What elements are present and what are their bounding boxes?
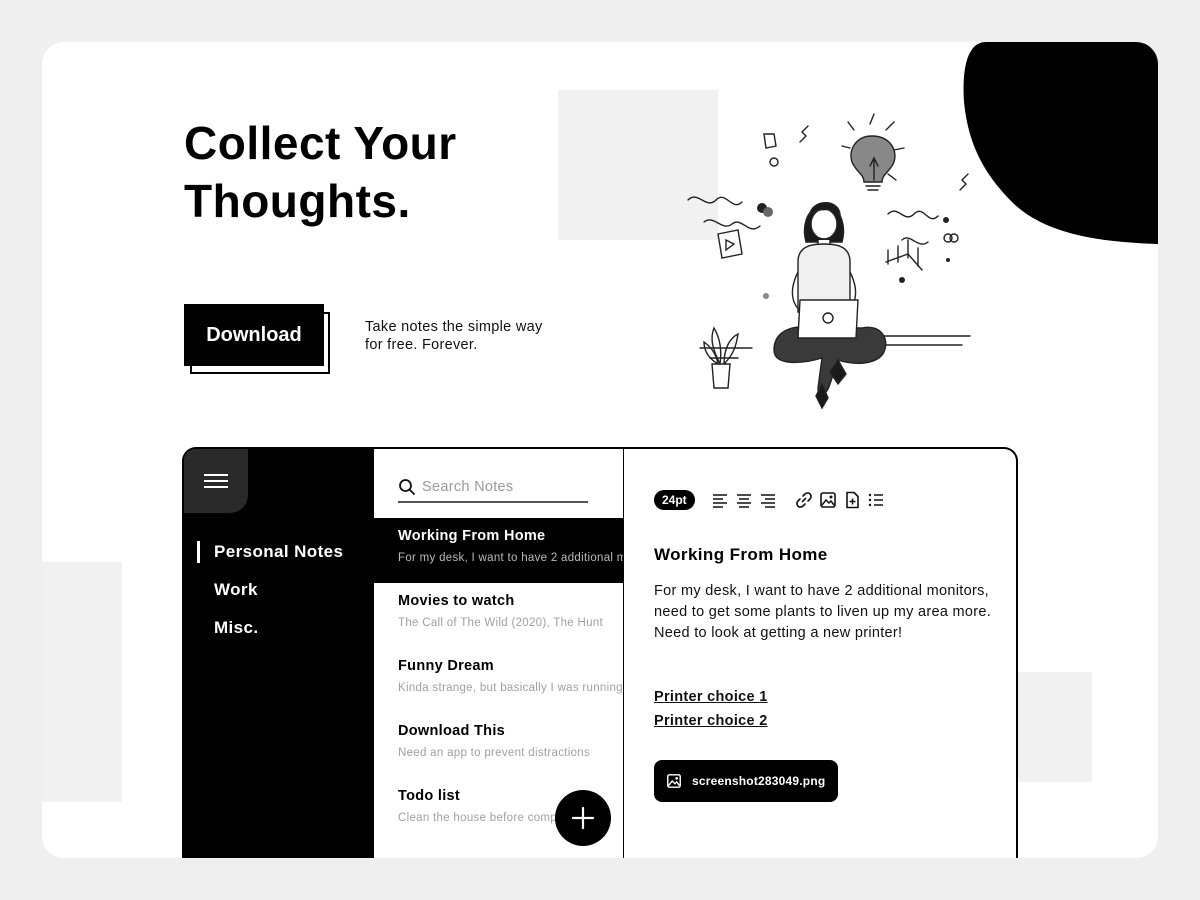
list-item[interactable]: Movies to watch The Call of The Wild (20… — [374, 583, 623, 648]
file-add-icon[interactable] — [843, 491, 861, 509]
add-note-button[interactable] — [555, 790, 611, 846]
image-icon — [667, 774, 681, 788]
align-center-icon[interactable] — [735, 491, 753, 509]
decor-blob-left — [42, 562, 122, 802]
sidebar-item-label: Personal Notes — [214, 542, 344, 561]
sidebar-item-personal-notes[interactable]: Personal Notes — [184, 533, 374, 571]
download-button[interactable]: Download — [184, 304, 324, 366]
sidebar-nav: Personal Notes Work Misc. — [184, 533, 374, 647]
note-preview: The Call of The Wild (2020), The Hunt — [398, 617, 603, 629]
link-icon[interactable] — [795, 491, 813, 509]
list-icon[interactable] — [867, 491, 885, 509]
sidebar-item-misc[interactable]: Misc. — [184, 609, 374, 647]
search-icon — [399, 479, 415, 495]
woman-laptop-illustration — [687, 113, 971, 410]
landing-card: Collect Your Thoughts. Download Take not… — [42, 42, 1158, 858]
sidebar-item-work[interactable]: Work — [184, 571, 374, 609]
note-heading: Working From Home — [654, 545, 828, 564]
tagline: Take notes the simple way for free. Fore… — [365, 319, 543, 353]
list-item[interactable]: Funny Dream Kinda strange, but basically… — [374, 648, 623, 713]
sidebar: Personal Notes Work Misc. — [184, 449, 374, 858]
search-bar — [398, 473, 588, 503]
image-icon[interactable] — [819, 491, 837, 509]
editor-toolbar: 24pt — [654, 489, 885, 511]
note-editor: 24pt Working From Home For my desk, I wa… — [624, 449, 1016, 858]
printer-choice-2-link[interactable]: Printer choice 2 — [654, 713, 768, 729]
align-left-icon[interactable] — [711, 491, 729, 509]
download-button-group: Download — [184, 304, 334, 374]
font-size-badge[interactable]: 24pt — [654, 490, 695, 510]
notes-app-window: Personal Notes Work Misc. Wo — [182, 447, 1018, 858]
note-title: Funny Dream — [398, 658, 494, 674]
note-body[interactable]: For my desk, I want to have 2 additional… — [654, 581, 994, 644]
search-input[interactable] — [416, 478, 584, 496]
sidebar-item-label: Work — [214, 580, 258, 599]
attachment-filename: screenshot283049.png — [692, 774, 826, 788]
list-item[interactable]: Download This Need an app to prevent dis… — [374, 713, 623, 778]
note-preview: For my desk, I want to have 2 additional… — [398, 552, 623, 564]
printer-choice-1-link[interactable]: Printer choice 1 — [654, 689, 768, 705]
attachment-chip[interactable]: screenshot283049.png — [654, 760, 839, 802]
hamburger-menu-icon[interactable] — [184, 449, 248, 513]
note-title: Download This — [398, 723, 506, 739]
sidebar-item-label: Misc. — [214, 618, 259, 637]
note-title: Working From Home — [398, 528, 546, 544]
align-right-icon[interactable] — [759, 491, 777, 509]
plus-icon — [571, 806, 595, 830]
note-title: Movies to watch — [398, 593, 515, 609]
page-title: Collect Your Thoughts. — [184, 117, 457, 227]
list-item[interactable]: Working From Home For my desk, I want to… — [374, 518, 623, 583]
note-preview: Kinda strange, but basically I was runni… — [398, 682, 623, 694]
note-preview: Need an app to prevent distractions — [398, 747, 591, 759]
